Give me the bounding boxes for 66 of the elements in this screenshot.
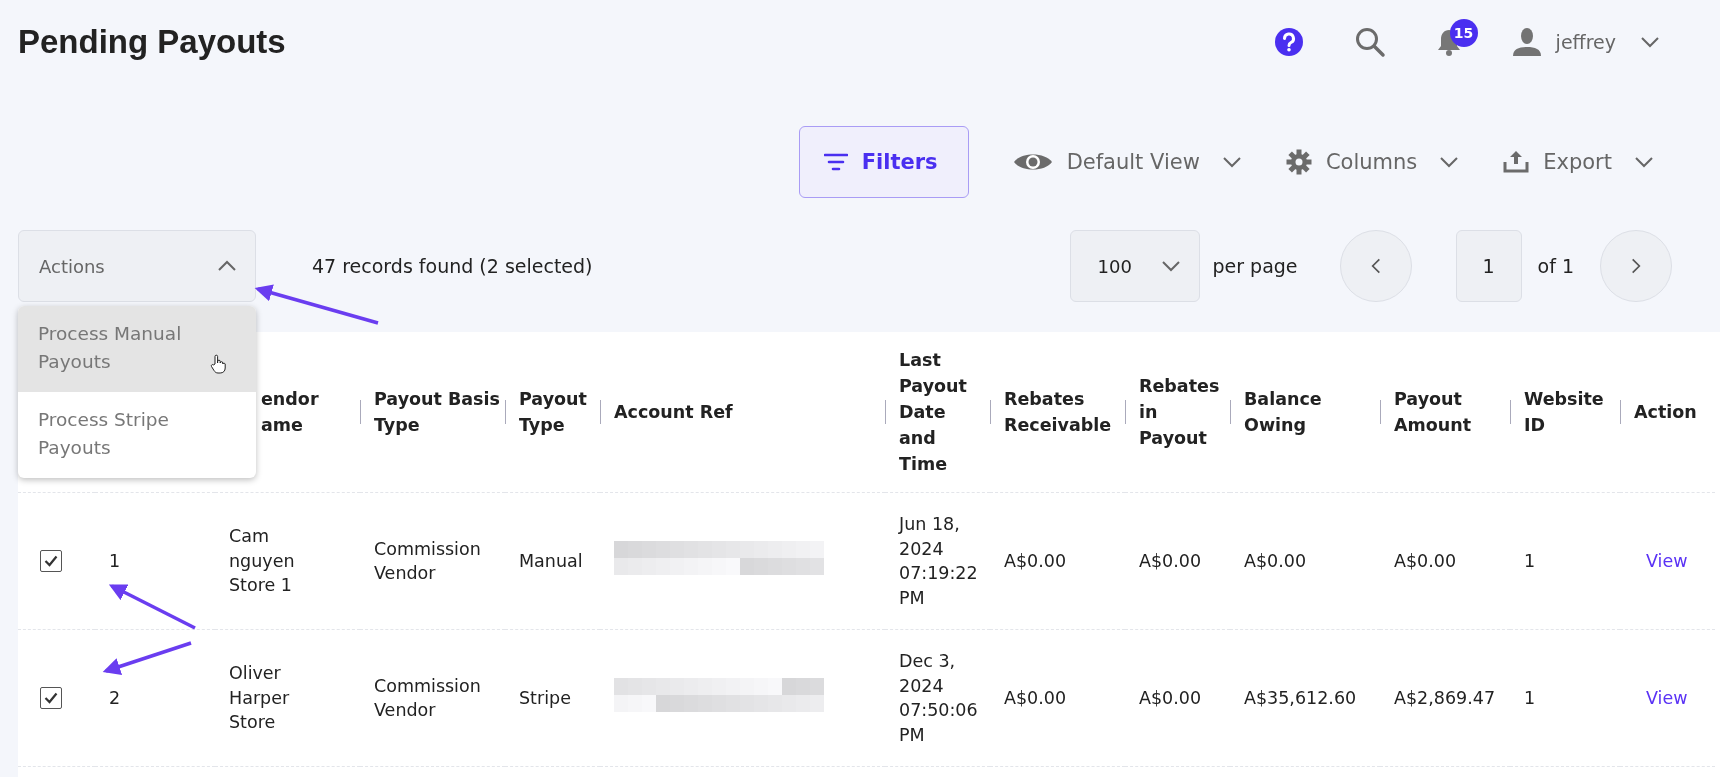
column-header: Rebates in Payout <box>1139 375 1219 450</box>
chevron-down-icon[interactable] <box>1439 156 1460 168</box>
chevron-left-icon <box>1370 257 1381 275</box>
chevron-down-icon[interactable] <box>1221 156 1242 168</box>
page-number-field[interactable]: 1 <box>1455 230 1522 302</box>
table-cell-text: A$2,869.47 <box>1394 686 1497 710</box>
table-cell-text: A$0.00 <box>1139 686 1203 710</box>
checkmark-icon <box>44 555 58 567</box>
checkmark-icon <box>44 692 58 704</box>
help-icon[interactable] <box>1273 27 1304 57</box>
table-cell-text: Stripe <box>519 686 572 710</box>
page-count: of 1 <box>1537 255 1574 277</box>
table-cell-text: Dec 3, 2024 07:50:06 PM <box>899 650 979 747</box>
export-dropdown[interactable]: Export <box>1543 150 1612 174</box>
view-link[interactable]: View <box>1634 687 1688 708</box>
column-header: Website ID <box>1524 388 1605 437</box>
chevron-down-icon[interactable] <box>1634 156 1654 168</box>
column-header: Payout Basis Type <box>374 388 501 437</box>
table-cell-text: Commission Vendor <box>374 537 482 585</box>
user-icon[interactable] <box>1511 27 1542 57</box>
menu-item[interactable]: Process Stripe Payouts <box>18 392 256 478</box>
default-view-dropdown[interactable]: Default View <box>1066 150 1200 174</box>
table-cell-text: A$0.00 <box>1004 686 1068 710</box>
column-header: endor ame <box>261 388 320 437</box>
chevron-down-icon[interactable] <box>1640 36 1660 48</box>
row-checkbox[interactable] <box>40 687 62 709</box>
table-cell-text: 2 <box>109 686 122 710</box>
upload-icon <box>1503 150 1530 174</box>
column-header: Payout Type <box>519 388 588 437</box>
table-cell-text: Cam nguyen Store 1 <box>229 525 296 598</box>
page-title: Pending Payouts <box>18 23 286 61</box>
menu-item[interactable]: Process Manual Payouts <box>18 306 256 392</box>
table-cell-text: Manual <box>519 549 584 573</box>
column-header: Rebates Receivable <box>1004 388 1113 437</box>
user-name[interactable]: jeffrey <box>1555 31 1616 53</box>
table-cell-text: 1 <box>1524 549 1537 573</box>
chevron-right-icon <box>1631 257 1641 275</box>
table-cell-text: Jun 18, 2024 07:19:22 PM <box>899 513 979 610</box>
table-cell-text: A$0.00 <box>1244 549 1308 573</box>
gear-icon <box>1285 149 1312 175</box>
table-cell-text: A$0.00 <box>1139 549 1203 573</box>
table-cell-text: A$0.00 <box>1004 549 1068 573</box>
columns-dropdown[interactable]: Columns <box>1325 150 1418 174</box>
per-page-label: per page <box>1212 255 1298 277</box>
table-cell-text: 1 <box>109 549 122 573</box>
table-cell-text: 1 <box>1524 686 1537 710</box>
table-cell-text: Commission Vendor <box>374 674 482 722</box>
hand-cursor-icon <box>210 354 226 374</box>
table-cell-text: Oliver Harper Store <box>229 662 291 735</box>
table-cell-text: A$0.00 <box>1394 549 1458 573</box>
filters-button[interactable]: Filters <box>798 126 969 198</box>
row-checkbox[interactable] <box>40 550 62 572</box>
column-header: Balance Owing <box>1244 388 1323 437</box>
search-icon[interactable] <box>1353 26 1386 58</box>
filter-icon <box>823 153 848 171</box>
notification-badge: 15 <box>1449 19 1478 47</box>
view-link[interactable]: View <box>1634 550 1688 571</box>
records-count: 47 records found (2 selected) <box>312 255 593 277</box>
column-header: Account Ref <box>614 401 734 424</box>
column-header: Payout Amount <box>1394 388 1473 437</box>
chevron-down-icon <box>1161 260 1182 272</box>
actions-dropdown[interactable]: Actions <box>18 230 256 302</box>
column-header: Action <box>1634 401 1698 424</box>
column-header: Last Payout Date and Time <box>899 349 968 476</box>
table-cell-text: A$35,612.60 <box>1244 686 1358 710</box>
per-page-select[interactable]: 100 <box>1070 230 1201 302</box>
